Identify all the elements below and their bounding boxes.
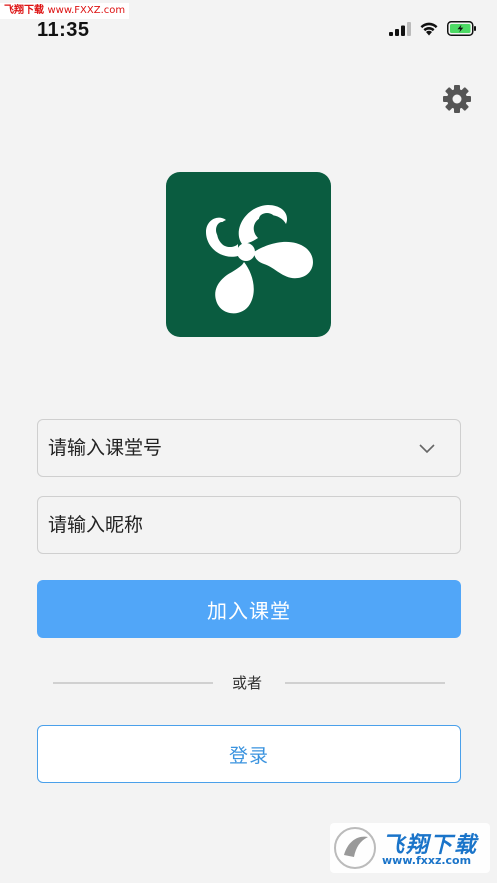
watermark-site: www.fxxz.com	[382, 854, 472, 867]
login-screen: 飞翔下载 www.FXXZ.com 11:35 请输入课堂号 请输入昵称 加入课…	[0, 0, 497, 883]
chevron-down-icon[interactable]	[418, 439, 436, 457]
watermark-logo-icon	[334, 827, 376, 869]
status-icons	[389, 21, 477, 36]
status-time: 11:35	[37, 19, 90, 41]
or-label: 或者	[232, 674, 263, 692]
gear-icon	[443, 85, 471, 113]
watermark-top-url: www.FXXZ.com	[47, 5, 126, 16]
nickname-field[interactable]	[37, 496, 461, 554]
join-classroom-button[interactable]: 加入课堂	[37, 580, 461, 638]
nickname-input[interactable]	[48, 497, 408, 553]
classroom-input[interactable]	[48, 420, 408, 476]
pinwheel-logo-icon	[206, 205, 313, 314]
login-button[interactable]: 登录	[37, 725, 461, 783]
cellular-signal-icon	[389, 21, 411, 36]
divider-line-left	[53, 682, 213, 684]
app-logo	[166, 172, 331, 337]
wifi-icon	[420, 22, 438, 36]
classroom-field[interactable]	[37, 419, 461, 477]
or-divider: 或者	[0, 672, 497, 694]
watermark-top-name: 飞翔下载	[4, 5, 44, 16]
divider-line-right	[285, 682, 445, 684]
battery-charging-icon	[447, 21, 476, 36]
status-bar: 飞翔下载 www.FXXZ.com 11:35	[0, 0, 497, 46]
watermark-top: 飞翔下载 www.FXXZ.com	[0, 3, 130, 19]
settings-button[interactable]	[441, 83, 473, 115]
watermark-bottom: 飞翔下载 www.fxxz.com	[330, 823, 490, 873]
